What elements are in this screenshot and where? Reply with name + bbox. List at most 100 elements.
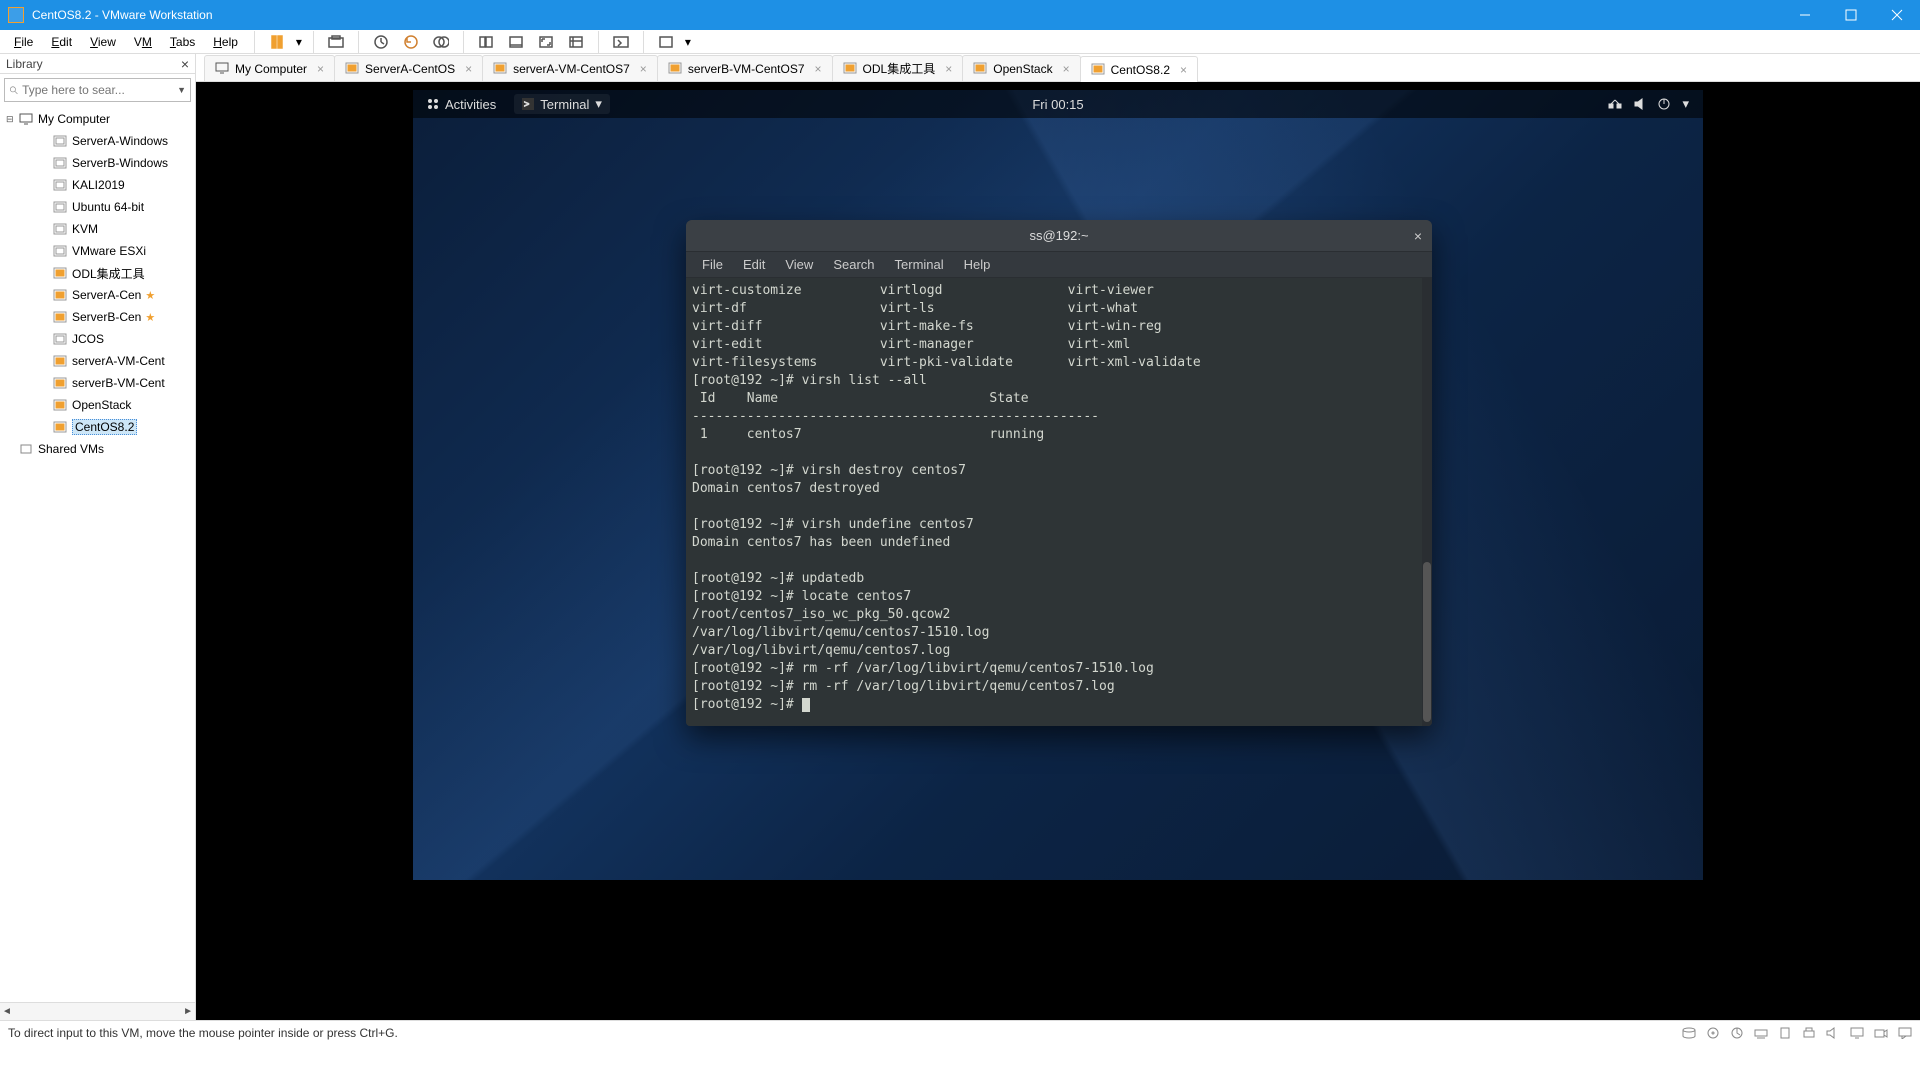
gnome-app-menu[interactable]: > Terminal ▾ xyxy=(514,94,610,114)
library-hscroll[interactable]: ◄► xyxy=(0,1002,195,1020)
vm-icon xyxy=(52,310,68,324)
app-menu-label: Terminal xyxy=(540,97,589,112)
terminal-menu-item[interactable]: Terminal xyxy=(887,255,952,274)
menu-help[interactable]: Help xyxy=(205,33,246,51)
library-header: Library × xyxy=(0,54,195,74)
usb-icon[interactable] xyxy=(1778,1027,1792,1039)
tree-vm-item[interactable]: OpenStack xyxy=(0,394,195,416)
tab-close-icon[interactable]: × xyxy=(317,62,324,76)
view-unity-button[interactable] xyxy=(562,28,590,56)
terminal-close-icon[interactable]: × xyxy=(1414,228,1422,244)
network-adapter-icon[interactable] xyxy=(1754,1027,1768,1039)
library-search-input[interactable] xyxy=(22,83,177,97)
terminal-menu-item[interactable]: File xyxy=(694,255,731,274)
tab-close-icon[interactable]: × xyxy=(1180,63,1187,77)
vm-icon xyxy=(52,288,68,302)
camera-icon[interactable] xyxy=(1874,1027,1888,1039)
vm-tab[interactable]: CentOS8.2× xyxy=(1080,56,1198,82)
tab-icon xyxy=(973,62,987,76)
library-search[interactable]: ▼ xyxy=(4,78,191,102)
sound-icon[interactable] xyxy=(1826,1027,1840,1039)
tab-close-icon[interactable]: × xyxy=(465,62,472,76)
svg-text:>: > xyxy=(524,99,529,109)
suspend-button[interactable] xyxy=(263,28,291,56)
terminal-window[interactable]: ss@192:~ × FileEditViewSearch TerminalHel… xyxy=(686,220,1432,726)
menu-tabs[interactable]: Tabs xyxy=(162,33,203,51)
terminal-scrollbar[interactable] xyxy=(1422,278,1432,726)
gnome-system-tray[interactable]: ▾ xyxy=(1608,96,1689,112)
tab-close-icon[interactable]: × xyxy=(815,62,822,76)
tree-vm-item[interactable]: ODL集成工具 xyxy=(0,262,195,284)
vm-tab[interactable]: OpenStack× xyxy=(962,55,1080,81)
tab-label: ServerA-CentOS xyxy=(365,62,455,76)
tree-vm-label: KVM xyxy=(72,222,98,236)
terminal-menu-item[interactable]: Edit xyxy=(735,255,773,274)
view-console-button[interactable] xyxy=(502,28,530,56)
tab-close-icon[interactable]: × xyxy=(1063,62,1070,76)
tree-vm-item[interactable]: VMware ESXi xyxy=(0,240,195,262)
separator xyxy=(643,31,644,53)
tab-close-icon[interactable]: × xyxy=(640,62,647,76)
power-dropdown[interactable]: ▾ xyxy=(293,35,305,49)
gnome-clock[interactable]: Fri 00:15 xyxy=(1032,97,1083,112)
tree-vm-item[interactable]: ServerA-Windows xyxy=(0,130,195,152)
search-dropdown-icon[interactable]: ▼ xyxy=(177,85,186,95)
vm-tab[interactable]: ODL集成工具× xyxy=(832,55,964,81)
send-ctrl-alt-del-button[interactable] xyxy=(322,28,350,56)
display-icon[interactable] xyxy=(1850,1027,1864,1039)
floppy-icon[interactable] xyxy=(1730,1027,1744,1039)
tree-vm-item[interactable]: CentOS8.2 xyxy=(0,416,195,438)
vm-tab[interactable]: ServerA-CentOS × xyxy=(334,55,483,81)
vm-tab[interactable]: serverA-VM-CentOS7 × xyxy=(482,55,658,81)
terminal-menu-item[interactable]: View xyxy=(777,255,821,274)
terminal-body[interactable]: virt-customize virtlogd virt-viewer virt… xyxy=(686,278,1432,726)
menu-vm[interactable]: VM xyxy=(126,33,160,51)
quick-switch-button[interactable] xyxy=(607,28,635,56)
disk-icon[interactable] xyxy=(1682,1027,1696,1039)
close-button[interactable] xyxy=(1874,0,1920,30)
vm-tab[interactable]: My Computer× xyxy=(204,55,335,81)
library-close-icon[interactable]: × xyxy=(181,56,189,72)
tree-vm-label: ServerB-Cen xyxy=(72,310,141,324)
terminal-menu-item[interactable]: Help xyxy=(956,255,999,274)
gnome-activities[interactable]: Activities xyxy=(427,97,496,112)
tree-vm-item[interactable]: ServerA-Cen★ xyxy=(0,284,195,306)
cd-icon[interactable] xyxy=(1706,1027,1720,1039)
snapshot-take-button[interactable] xyxy=(367,28,395,56)
guest-desktop[interactable]: Activities > Terminal ▾ Fri 00:15 ▾ xyxy=(413,90,1703,880)
snapshot-manager-button[interactable] xyxy=(427,28,455,56)
tree-root-my-computer[interactable]: ⊟ My Computer xyxy=(0,108,195,130)
vm-tab[interactable]: serverB-VM-CentOS7× xyxy=(657,55,833,81)
message-icon[interactable] xyxy=(1898,1027,1912,1039)
tree-shared-vms[interactable]: Shared VMs xyxy=(0,438,195,460)
scrollbar-thumb[interactable] xyxy=(1423,562,1431,722)
view-single-button[interactable] xyxy=(472,28,500,56)
tree-vm-item[interactable]: JCOS xyxy=(0,328,195,350)
maximize-button[interactable] xyxy=(1828,0,1874,30)
tree-vm-item[interactable]: ServerB-Cen★ xyxy=(0,306,195,328)
tree-vm-item[interactable]: serverA-VM-Cent xyxy=(0,350,195,372)
snapshot-revert-button[interactable] xyxy=(397,28,425,56)
tree-vm-label: ODL集成工具 xyxy=(72,265,145,282)
tree-vm-item[interactable]: serverB-VM-Cent xyxy=(0,372,195,394)
vm-display-area[interactable]: Activities > Terminal ▾ Fri 00:15 ▾ xyxy=(196,82,1920,1020)
stretch-dropdown[interactable]: ▾ xyxy=(682,35,694,49)
view-fullscreen-button[interactable] xyxy=(532,28,560,56)
tab-close-icon[interactable]: × xyxy=(945,62,952,76)
terminal-titlebar[interactable]: ss@192:~ × xyxy=(686,220,1432,252)
separator xyxy=(358,31,359,53)
menu-view[interactable]: View xyxy=(82,33,124,51)
tab-label: serverA-VM-CentOS7 xyxy=(513,62,630,76)
tree-vm-item[interactable]: KALI2019 xyxy=(0,174,195,196)
statusbar: To direct input to this VM, move the mou… xyxy=(0,1020,1920,1044)
terminal-menu-item[interactable]: Search xyxy=(825,255,882,274)
printer-icon[interactable] xyxy=(1802,1027,1816,1039)
menu-file[interactable]: File xyxy=(6,33,41,51)
minimize-button[interactable] xyxy=(1782,0,1828,30)
stretch-guest-button[interactable] xyxy=(652,28,680,56)
menu-edit[interactable]: Edit xyxy=(43,33,80,51)
tree-vm-item[interactable]: KVM xyxy=(0,218,195,240)
tree-vm-item[interactable]: ServerB-Windows xyxy=(0,152,195,174)
tree-vm-item[interactable]: Ubuntu 64-bit xyxy=(0,196,195,218)
volume-icon xyxy=(1634,98,1646,110)
